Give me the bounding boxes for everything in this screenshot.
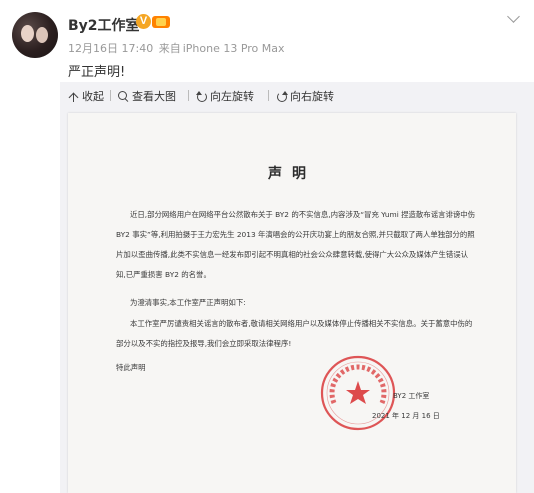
collapse-button[interactable]: 收起 <box>68 88 104 104</box>
statement-closing: 特此声明 <box>116 363 146 372</box>
statement-paragraph: 近日,部分网络用户在网络平台公然散布关于 BY2 的不实信息,内容涉及“冒充 Y… <box>116 210 476 279</box>
toolbar-divider <box>268 90 269 101</box>
seal-star-icon <box>346 381 370 404</box>
source-prefix: 来自 <box>158 42 181 55</box>
collapse-label: 收起 <box>82 90 104 103</box>
signature-date: 2021 年 12 月 16 日 <box>372 412 440 420</box>
rotate-left-icon <box>196 90 207 102</box>
avatar-face <box>36 27 48 43</box>
collapse-icon <box>68 91 79 102</box>
official-seal <box>320 355 396 431</box>
post-meta: 12月16日 17:40 来自 iPhone 13 Pro Max <box>68 40 287 56</box>
toolbar-divider <box>188 90 189 101</box>
username-link[interactable]: By2工作室 <box>68 15 140 35</box>
post-source: iPhone 13 Pro Max <box>182 42 285 55</box>
rotate-left-label: 向左旋转 <box>210 90 254 103</box>
verified-badge-icon: V <box>136 14 151 29</box>
signature-organization: BY2 工作室 <box>393 392 430 400</box>
rotate-right-label: 向右旋转 <box>290 90 334 103</box>
rotate-right-icon <box>276 90 288 102</box>
post-header: By2工作室 V 12月16日 17:40 来自 iPhone 13 Pro Ma… <box>0 0 534 84</box>
toolbar-divider <box>110 90 111 101</box>
post-text: 严正声明! <box>68 65 126 80</box>
view-large-label: 查看大图 <box>132 90 176 103</box>
image-toolbar: 收起 查看大图 向左旋转 向右旋转 <box>60 82 534 108</box>
avatar[interactable] <box>12 12 58 58</box>
rotate-left-button[interactable]: 向左旋转 <box>196 88 254 104</box>
statement-title: 声明 <box>268 166 316 182</box>
statement-paragraph: 本工作室严厉谴责相关谣言的散布者,敬请相关网络用户以及媒体停止传播相关不实信息。… <box>116 319 473 348</box>
chevron-down-icon[interactable] <box>508 12 520 24</box>
statement-image[interactable]: 声明 近日,部分网络用户在网络平台公然散布关于 BY2 的不实信息,内容涉及“冒… <box>68 113 516 493</box>
avatar-face <box>21 25 34 42</box>
zoom-icon <box>118 90 129 102</box>
rotate-right-button[interactable]: 向右旋转 <box>276 88 334 104</box>
member-badge-icon <box>152 16 170 28</box>
post-timestamp[interactable]: 12月16日 17:40 <box>68 42 153 55</box>
view-large-button[interactable]: 查看大图 <box>118 88 176 104</box>
statement-paragraph: 为澄清事实,本工作室严正声明如下: <box>130 298 246 307</box>
